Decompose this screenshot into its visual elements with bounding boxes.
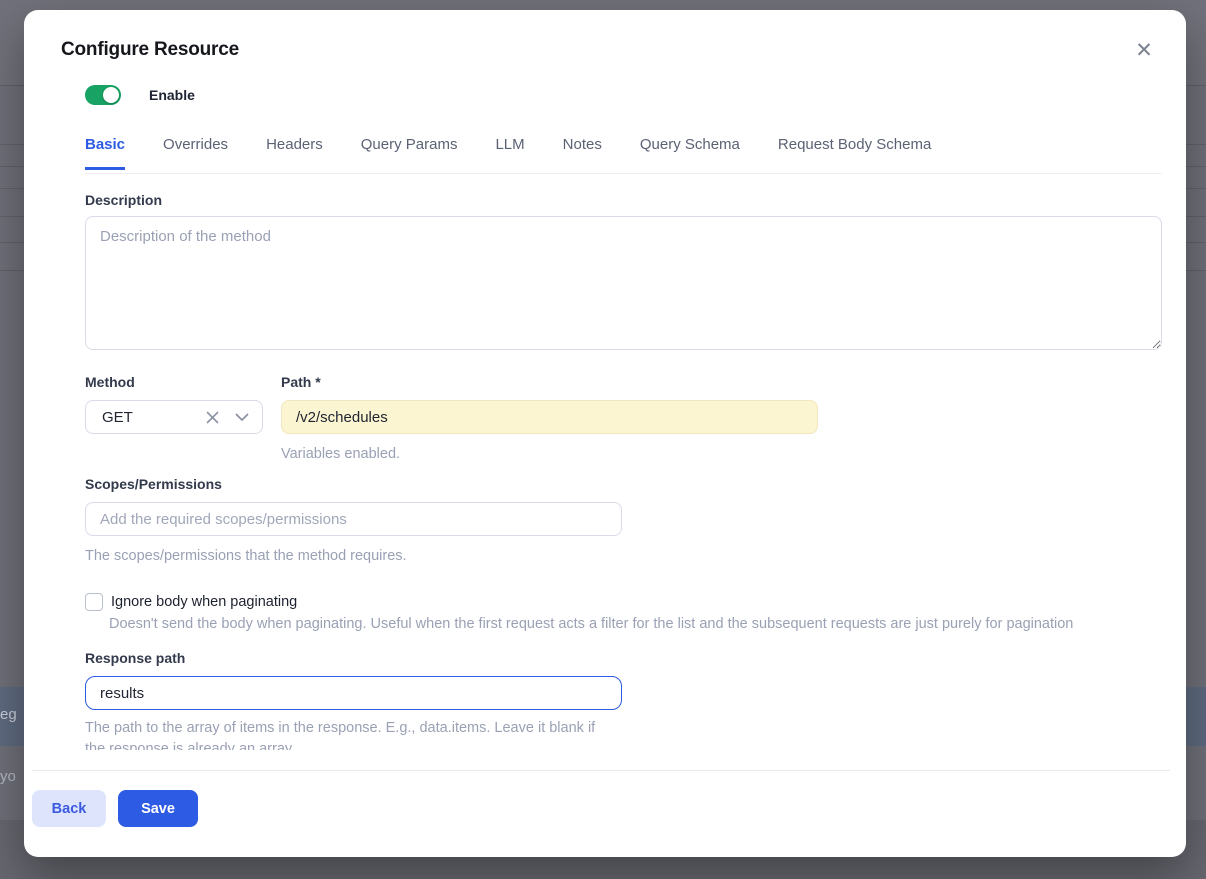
configure-resource-dialog: Configure Resource ✕ Enable Basic Overri… bbox=[24, 10, 1186, 857]
tab-request-body-schema[interactable]: Request Body Schema bbox=[778, 131, 931, 170]
path-helper-text: Variables enabled. bbox=[281, 444, 400, 465]
response-path-input[interactable] bbox=[85, 676, 622, 710]
tab-bar: Basic Overrides Headers Query Params LLM… bbox=[85, 131, 1162, 174]
footer-divider bbox=[32, 770, 1170, 771]
dialog-title: Configure Resource bbox=[61, 39, 239, 61]
tab-llm[interactable]: LLM bbox=[495, 131, 524, 170]
enable-toggle[interactable] bbox=[85, 85, 121, 105]
scopes-label: Scopes/Permissions bbox=[85, 476, 222, 492]
tab-notes[interactable]: Notes bbox=[563, 131, 602, 170]
enable-toggle-label: Enable bbox=[149, 87, 195, 103]
clear-icon[interactable] bbox=[206, 411, 219, 424]
response-path-label: Response path bbox=[85, 650, 185, 666]
backdrop-row-text: eg bbox=[0, 706, 17, 723]
description-textarea[interactable] bbox=[85, 216, 1162, 350]
path-input[interactable] bbox=[281, 400, 818, 434]
tab-headers[interactable]: Headers bbox=[266, 131, 323, 170]
tab-basic[interactable]: Basic bbox=[85, 131, 125, 170]
method-select[interactable]: GET bbox=[85, 400, 263, 434]
enable-toggle-row: Enable bbox=[85, 85, 195, 105]
ignore-body-label: Ignore body when paginating bbox=[111, 594, 297, 610]
ignore-body-checkbox[interactable] bbox=[85, 593, 103, 611]
save-button[interactable]: Save bbox=[118, 790, 198, 827]
close-button[interactable]: ✕ bbox=[1130, 36, 1158, 64]
method-select-value: GET bbox=[102, 409, 206, 426]
response-path-helper-text: The path to the array of items in the re… bbox=[85, 718, 615, 750]
tab-query-params[interactable]: Query Params bbox=[361, 131, 458, 170]
method-label: Method bbox=[85, 374, 135, 390]
ignore-body-helper-text: Doesn't send the body when paginating. U… bbox=[109, 614, 1169, 635]
chevron-down-icon[interactable] bbox=[235, 413, 249, 422]
close-icon: ✕ bbox=[1135, 40, 1153, 61]
tab-overrides[interactable]: Overrides bbox=[163, 131, 228, 170]
toggle-knob-icon bbox=[103, 87, 119, 103]
ignore-body-row: Ignore body when paginating bbox=[85, 593, 297, 611]
response-path-helper-clip: The path to the array of items in the re… bbox=[85, 718, 615, 750]
backdrop-lower-text: yo bbox=[0, 768, 16, 785]
tab-query-schema[interactable]: Query Schema bbox=[640, 131, 740, 170]
description-label: Description bbox=[85, 192, 162, 208]
back-button[interactable]: Back bbox=[32, 790, 106, 827]
path-label: Path * bbox=[281, 374, 321, 390]
scopes-helper-text: The scopes/permissions that the method r… bbox=[85, 546, 407, 567]
scopes-input[interactable] bbox=[85, 502, 622, 536]
